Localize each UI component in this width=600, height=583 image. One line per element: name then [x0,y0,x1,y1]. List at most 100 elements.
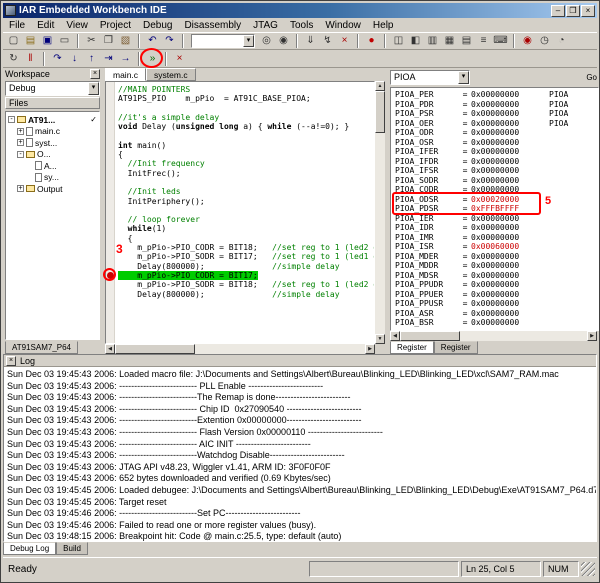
register-row[interactable]: PIOA_ISR=0x00060000 [395,242,598,252]
go-button[interactable]: » [144,51,161,67]
watch-window-button[interactable]: ◫ [390,33,407,49]
register-row[interactable]: PIOA_IDR=0x00000000 [395,223,598,233]
breakpoints-window-button[interactable]: ◉ [519,33,536,49]
save-button[interactable]: ▣ [39,33,56,49]
menu-edit[interactable]: Edit [31,19,60,32]
code-coverage-window-button[interactable]: ◔ [553,33,570,49]
disassembly-window-button[interactable]: ≡ [475,33,492,49]
tab-build[interactable]: Build [56,542,88,555]
register-row[interactable]: PIOA_MDER=0x00000000 [395,252,598,262]
workspace-project-tab[interactable]: AT91SAM7_P64 [5,341,78,354]
new-file-button[interactable]: ▢ [5,33,22,49]
register-row[interactable]: PIOA_BSR=0x00000000 [395,318,598,328]
editor-body[interactable]: //MAIN POINTERSAT91PS_PIO m_pPio = AT91C… [105,81,375,344]
register-row[interactable]: PIOA_IFDR=0x00000000 [395,157,598,167]
menu-jtag[interactable]: JTAG [247,19,284,32]
terminal-io-window-button[interactable]: ⌨ [492,33,509,49]
register-row[interactable]: PIOA_ODR=0x00000000 [395,128,598,138]
memory-window-button[interactable]: ▦ [441,33,458,49]
next-statement-button[interactable]: ⇥ [100,51,117,67]
horizontal-scroll-thumb[interactable] [115,344,195,354]
stop-debugging-button[interactable]: × [171,51,188,67]
collapse-icon[interactable]: - [17,151,24,158]
open-file-button[interactable]: ▤ [22,33,39,49]
menu-project[interactable]: Project [94,19,137,32]
tab-register[interactable]: Register [390,341,434,354]
workspace-close-icon[interactable]: × [90,69,100,79]
menu-help[interactable]: Help [367,19,400,32]
stop-build-button[interactable]: × [336,33,353,49]
chevron-down-icon[interactable]: ▾ [88,82,99,95]
tab-debug-log[interactable]: Debug Log [3,542,56,555]
vertical-scroll-thumb[interactable] [375,91,385,133]
tree-item[interactable]: +syst... [6,137,99,149]
register-row[interactable]: PIOA_PPUDR=0x00000000 [395,280,598,290]
scroll-right-icon[interactable]: ▶ [587,331,597,341]
copy-button[interactable]: ❐ [100,33,117,49]
expand-icon[interactable]: + [17,128,24,135]
maximize-button[interactable]: ❐ [566,5,580,17]
register-row[interactable]: PIOA_PPUSR=0x00000000 [395,299,598,309]
register-row[interactable]: PIOA_SODR=0x00000000 [395,176,598,186]
register-row[interactable]: PIOA_IFSR=0x00000000 [395,166,598,176]
menu-file[interactable]: File [3,19,31,32]
tree-item[interactable]: -AT91...✓ [6,114,99,126]
tree-item[interactable]: sy... [6,172,99,184]
run-to-cursor-button[interactable]: → [117,51,134,67]
step-out-button[interactable]: ↑ [83,51,100,67]
tree-item[interactable]: +main.c [6,126,99,138]
register-row[interactable]: PIOA_CODR=0x00000000 [395,185,598,195]
register-row[interactable]: PIOA_OSR=0x00000000 [395,138,598,148]
register-row[interactable]: PIOA_IMR=0x00000000 [395,233,598,243]
find-combo[interactable]: ▾ [191,34,255,48]
scroll-down-icon[interactable]: ▼ [375,334,385,344]
minimize-button[interactable]: – [551,5,565,17]
reset-button[interactable]: ↻ [5,51,22,67]
tree-item[interactable]: A... [6,160,99,172]
make-button[interactable]: ⇓ [302,33,319,49]
find-next-button[interactable]: ◉ [275,33,292,49]
register-row[interactable]: PIOA_MDDR=0x00000000 [395,261,598,271]
scroll-right-icon[interactable]: ▶ [365,344,375,354]
compile-button[interactable]: ↯ [319,33,336,49]
register-window-button[interactable]: ▥ [424,33,441,49]
collapse-icon[interactable]: - [8,116,15,123]
step-over-button[interactable]: ↷ [49,51,66,67]
menu-disassembly[interactable]: Disassembly [178,19,247,32]
break-button[interactable]: ‖ [22,51,39,67]
register-row[interactable]: PIOA_MDSR=0x00000000 [395,271,598,281]
expand-icon[interactable]: + [17,139,24,146]
paste-button[interactable]: ▧ [117,33,134,49]
register-horizontal-scrollbar[interactable]: ◀ ▶ [390,331,597,341]
undo-button[interactable]: ↶ [144,33,161,49]
toggle-breakpoint-button[interactable]: ● [363,33,380,49]
horizontal-scroll-thumb[interactable] [400,331,460,341]
stack-window-button[interactable]: ▤ [458,33,475,49]
cut-button[interactable]: ✂ [83,33,100,49]
step-into-button[interactable]: ↓ [66,51,83,67]
menu-debug[interactable]: Debug [137,19,178,32]
breakpoint-marker[interactable] [107,272,114,279]
profiling-window-button[interactable]: ◷ [536,33,553,49]
redo-button[interactable]: ↷ [161,33,178,49]
tab-mainc[interactable]: main.c [105,68,146,81]
locals-window-button[interactable]: ◧ [407,33,424,49]
log-close-icon[interactable]: × [6,356,16,366]
scroll-left-icon[interactable]: ◀ [105,344,115,354]
register-row[interactable]: PIOA_IFER=0x00000000 [395,147,598,157]
register-row[interactable]: PIOA_ASR=0x00000000 [395,309,598,319]
tab-register[interactable]: Register [434,341,478,354]
menu-window[interactable]: Window [319,19,367,32]
build-config-select[interactable]: Debug ▾ [5,81,100,96]
breakpoint-margin[interactable] [106,82,115,343]
close-button[interactable]: × [581,5,595,17]
menu-tools[interactable]: Tools [284,19,319,32]
register-row[interactable]: PIOA_PPUER=0x00000000 [395,290,598,300]
register-row[interactable]: PIOA_IER=0x00000000 [395,214,598,224]
expand-icon[interactable]: + [17,185,24,192]
register-row[interactable]: PIOA_PDSR=0xFFFBFFFF [395,204,598,214]
register-group-select[interactable]: PIOA ▾ [390,70,470,85]
print-button[interactable]: ▭ [56,33,73,49]
chevron-down-icon[interactable]: ▾ [243,35,254,47]
scroll-left-icon[interactable]: ◀ [390,331,400,341]
